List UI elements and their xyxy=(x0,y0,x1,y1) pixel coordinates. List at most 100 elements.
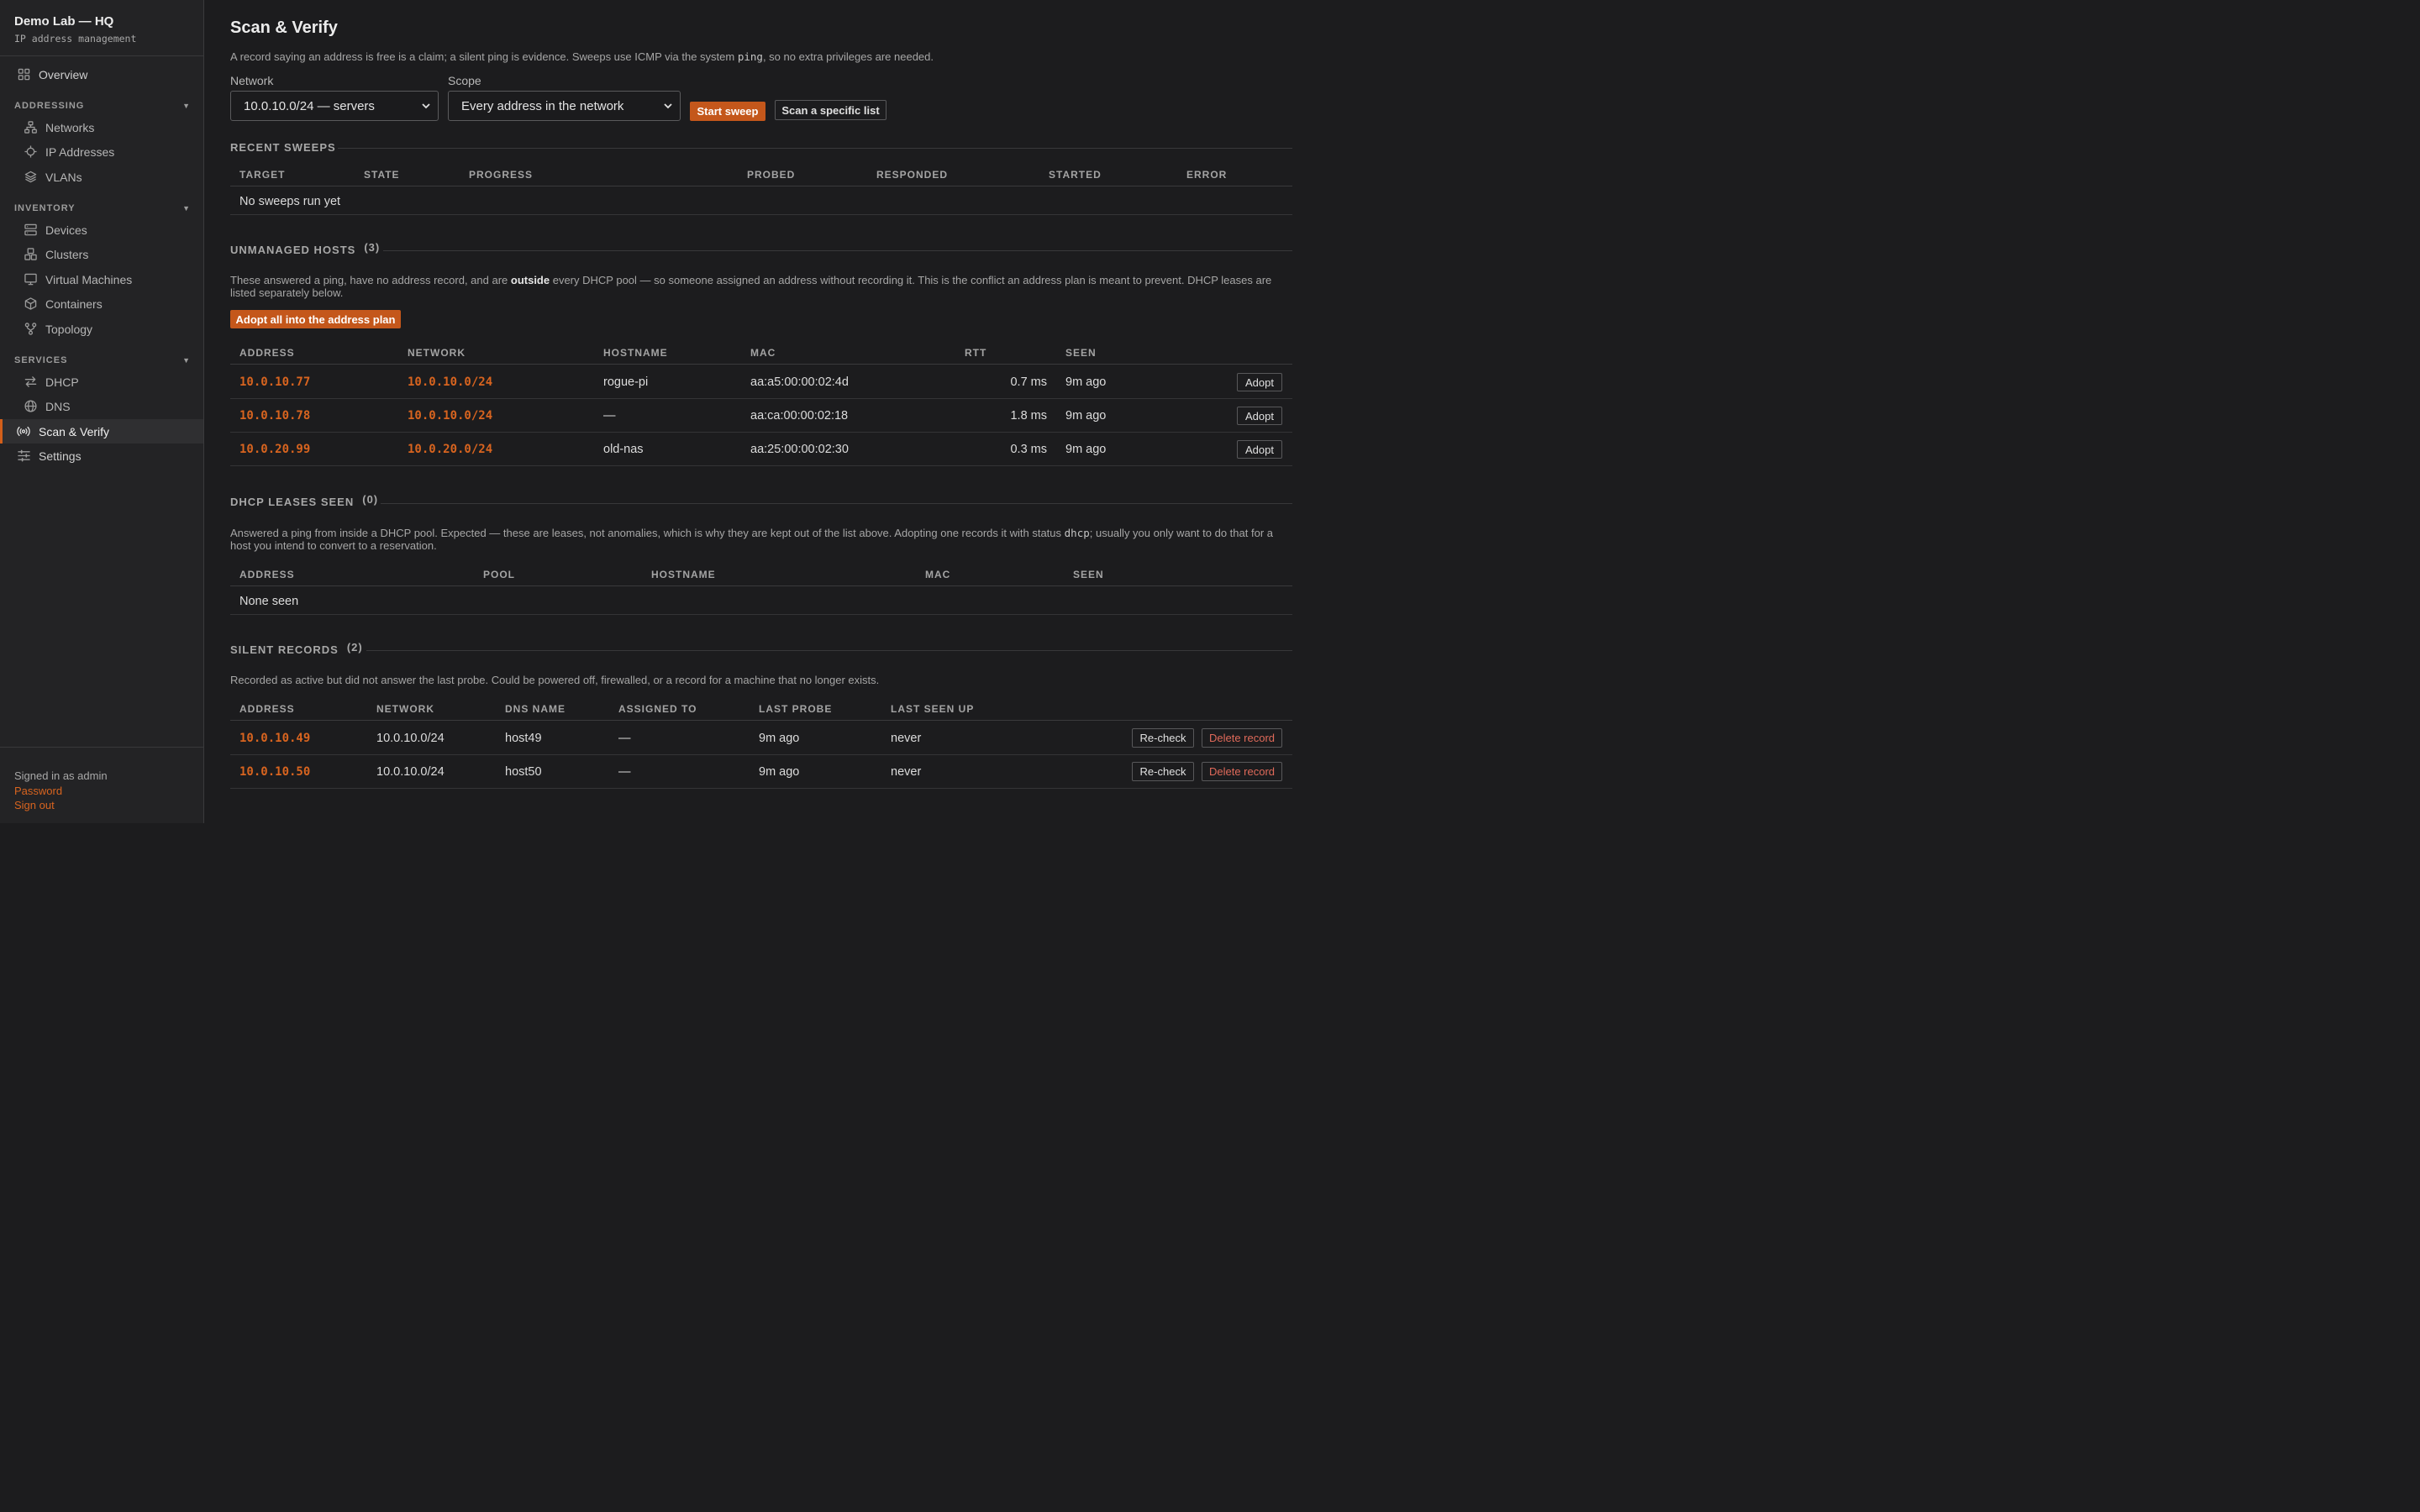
chevron-down-icon: ▼ xyxy=(182,204,191,213)
sidebar-item-topology[interactable]: Topology xyxy=(0,317,203,341)
last-seen-up-cell: never xyxy=(891,732,922,745)
sliders-icon xyxy=(17,449,30,463)
section-title: RECENT SWEEPS xyxy=(230,141,336,154)
network-cell: 10.0.10.0/24 xyxy=(376,765,445,779)
section-addressing-toggle[interactable]: ADDRESSING ▼ xyxy=(14,100,191,112)
empty-state-text: No sweeps run yet xyxy=(239,195,341,208)
col-mac: MAC xyxy=(925,569,951,580)
col-progress: PROGRESS xyxy=(469,169,534,181)
seen-cell: 9m ago xyxy=(1065,443,1107,456)
address-link[interactable]: 10.0.10.49 xyxy=(239,732,310,745)
radar-icon xyxy=(17,425,30,438)
delete-record-button[interactable]: Delete record xyxy=(1202,762,1282,781)
mac-cell: aa:a5:00:00:02:4d xyxy=(750,375,849,389)
layers-icon xyxy=(24,171,37,184)
section-label: INVENTORY xyxy=(14,203,76,213)
recheck-button[interactable]: Re-check xyxy=(1132,728,1194,748)
table-row: 10.0.10.78 10.0.10.0/24 — aa:ca:00:00:02… xyxy=(230,399,1292,433)
silent-records-description: Recorded as active but did not answer th… xyxy=(230,674,880,686)
sidebar-item-label: Networks xyxy=(45,120,95,134)
delete-record-button[interactable]: Delete record xyxy=(1202,728,1282,748)
section-count: (2) xyxy=(346,641,363,654)
sidebar-item-clusters[interactable]: Clusters xyxy=(0,242,203,266)
scope-select[interactable]: Every address in the network xyxy=(448,91,681,121)
network-icon xyxy=(24,121,37,134)
network-select-value: 10.0.10.0/24 — servers xyxy=(244,98,375,113)
sidebar-item-label: IP Addresses xyxy=(45,144,115,159)
topology-icon xyxy=(24,323,37,336)
start-sweep-button[interactable]: Start sweep xyxy=(690,102,765,121)
col-target: TARGET xyxy=(239,169,286,181)
dns-name-cell: host49 xyxy=(505,732,542,745)
section-services-toggle[interactable]: SERVICES ▼ xyxy=(14,354,191,366)
sidebar-item-dhcp[interactable]: DHCP xyxy=(0,370,203,394)
sidebar-item-overview[interactable]: Overview xyxy=(0,62,203,87)
recent-sweeps-heading: RECENT SWEEPS xyxy=(230,141,336,154)
server-icon xyxy=(24,223,37,237)
sidebar-item-dns[interactable]: DNS xyxy=(0,394,203,418)
adopt-all-button[interactable]: Adopt all into the address plan xyxy=(230,310,401,328)
sidebar-item-vlans[interactable]: VLANs xyxy=(0,165,203,189)
col-probed: PROBED xyxy=(747,169,796,181)
col-last-seen-up: LAST SEEN UP xyxy=(891,703,975,715)
sidebar-item-ip-addresses[interactable]: IP Addresses xyxy=(0,139,203,164)
last-probe-cell: 9m ago xyxy=(759,732,800,745)
adopt-button[interactable]: Adopt xyxy=(1237,407,1282,425)
silent-records-table-header: ADDRESS NETWORK DNS NAME ASSIGNED TO LAS… xyxy=(230,696,1292,721)
assigned-to-cell: — xyxy=(618,765,631,779)
monitor-icon xyxy=(24,273,37,286)
address-link[interactable]: 10.0.10.50 xyxy=(239,765,310,779)
sidebar: Demo Lab — HQ IP address management Over… xyxy=(0,0,204,823)
sidebar-item-networks[interactable]: Networks xyxy=(0,115,203,139)
rtt-cell: 1.8 ms xyxy=(1010,409,1047,423)
hostname-cell: rogue-pi xyxy=(603,375,649,389)
scan-list-button[interactable]: Scan a specific list xyxy=(775,100,886,120)
network-link[interactable]: 10.0.20.0/24 xyxy=(408,443,492,456)
network-select[interactable]: 10.0.10.0/24 — servers xyxy=(230,91,439,121)
hostname-cell: old-nas xyxy=(603,443,644,456)
recent-sweeps-empty-row: No sweeps run yet xyxy=(230,187,1292,215)
address-link[interactable]: 10.0.20.99 xyxy=(239,443,310,456)
section-inventory-toggle[interactable]: INVENTORY ▼ xyxy=(14,202,191,214)
sidebar-item-devices[interactable]: Devices xyxy=(0,218,203,242)
network-link[interactable]: 10.0.10.0/24 xyxy=(408,409,492,423)
sidebar-item-containers[interactable]: Containers xyxy=(0,291,203,316)
adopt-button[interactable]: Adopt xyxy=(1237,440,1282,459)
desc-code: dhcp xyxy=(1064,527,1090,539)
col-hostname: HOSTNAME xyxy=(603,347,668,359)
adopt-button[interactable]: Adopt xyxy=(1237,373,1282,391)
section-title: SILENT RECORDS xyxy=(230,643,339,656)
desc-text: Answered a ping from inside a DHCP pool.… xyxy=(230,527,1065,539)
col-hostname: HOSTNAME xyxy=(651,569,716,580)
sidebar-item-virtual-machines[interactable]: Virtual Machines xyxy=(0,267,203,291)
divider xyxy=(366,650,1292,651)
sidebar-item-label: Devices xyxy=(45,223,87,237)
col-mac: MAC xyxy=(750,347,776,359)
chevron-down-icon xyxy=(664,103,672,109)
sidebar-item-label: DHCP xyxy=(45,375,79,389)
assigned-to-cell: — xyxy=(618,732,631,745)
main-content: Scan & Verify A record saying an address… xyxy=(230,0,1292,823)
network-link[interactable]: 10.0.10.0/24 xyxy=(408,375,492,389)
sidebar-item-label: VLANs xyxy=(45,170,82,184)
address-link[interactable]: 10.0.10.78 xyxy=(239,409,310,423)
chevron-down-icon xyxy=(422,103,430,109)
sign-out-link[interactable]: Sign out xyxy=(14,798,189,813)
sidebar-item-label: Topology xyxy=(45,322,93,336)
box-icon xyxy=(24,297,37,311)
password-link[interactable]: Password xyxy=(14,784,189,799)
col-responded: RESPONDED xyxy=(876,169,949,181)
col-rtt: RTT xyxy=(965,347,987,359)
sidebar-item-settings[interactable]: Settings xyxy=(0,444,203,468)
col-last-probe: LAST PROBE xyxy=(759,703,833,715)
table-row: 10.0.10.77 10.0.10.0/24 rogue-pi aa:a5:0… xyxy=(230,365,1292,399)
dhcp-leases-table-header: ADDRESS POOL HOSTNAME MAC SEEN xyxy=(230,562,1292,586)
chevron-down-icon: ▼ xyxy=(182,356,191,365)
sidebar-item-label: DNS xyxy=(45,399,71,413)
recheck-button[interactable]: Re-check xyxy=(1132,762,1194,781)
sidebar-item-scan-verify[interactable]: Scan & Verify xyxy=(0,419,203,444)
sidebar-item-label: Virtual Machines xyxy=(45,272,133,286)
globe-icon xyxy=(24,400,37,413)
address-link[interactable]: 10.0.10.77 xyxy=(239,375,310,389)
unmanaged-hosts-heading: UNMANAGED HOSTS (3) xyxy=(230,241,380,256)
